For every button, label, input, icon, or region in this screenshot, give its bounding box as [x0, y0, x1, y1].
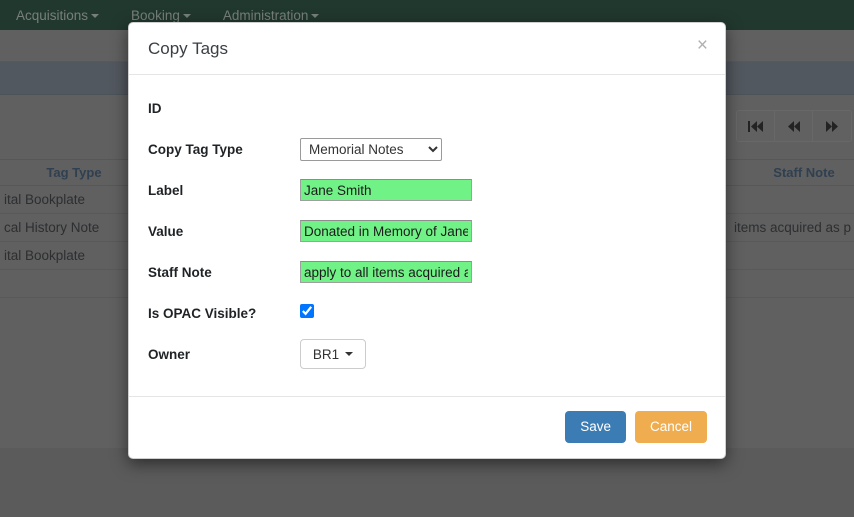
label-input[interactable]: [300, 179, 472, 202]
label-label: Label: [148, 182, 184, 198]
copy-tag-type-select[interactable]: Memorial Notes: [300, 137, 442, 161]
modal-title: Copy Tags: [148, 39, 229, 58]
control-copy-tag-type: Memorial Notes: [300, 137, 706, 161]
form-row-id: ID: [148, 91, 706, 125]
modal-body: ID Copy Tag Type Memorial Notes Label Va…: [129, 75, 725, 396]
label-owner: Owner: [148, 346, 191, 362]
label-staff-note: Staff Note: [148, 264, 212, 280]
form-row-label: Label: [148, 173, 706, 207]
label-copy-tag-type: Copy Tag Type: [148, 141, 243, 157]
form-row-copy-tag-type: Copy Tag Type Memorial Notes: [148, 132, 706, 166]
control-staff-note: [300, 261, 706, 284]
label-value: Value: [148, 223, 184, 239]
form-row-staff-note: Staff Note: [148, 255, 706, 289]
label-is-opac-visible: Is OPAC Visible?: [148, 305, 257, 321]
label-id: ID: [148, 100, 162, 116]
modal-footer: Save Cancel: [129, 396, 725, 458]
control-owner: BR1: [300, 339, 706, 370]
control-value: [300, 220, 706, 243]
form-row-is-opac-visible: Is OPAC Visible?: [148, 296, 706, 330]
control-label: [300, 179, 706, 202]
control-is-opac-visible: [300, 303, 706, 323]
cancel-button[interactable]: Cancel: [634, 411, 707, 443]
owner-dropdown-button[interactable]: BR1: [300, 339, 366, 370]
form-row-owner: Owner BR1: [148, 337, 706, 371]
value-input[interactable]: [300, 220, 472, 243]
form-row-value: Value: [148, 214, 706, 248]
modal-header: Copy Tags ×: [129, 23, 725, 76]
close-icon[interactable]: ×: [697, 36, 708, 55]
is-opac-visible-checkbox[interactable]: [300, 303, 314, 318]
staff-note-input[interactable]: [300, 261, 472, 284]
chevron-down-icon: [345, 352, 354, 357]
save-button[interactable]: Save: [565, 411, 626, 443]
copy-tags-modal: Copy Tags × ID Copy Tag Type Memorial No…: [128, 22, 726, 459]
owner-dropdown-label: BR1: [312, 346, 340, 362]
